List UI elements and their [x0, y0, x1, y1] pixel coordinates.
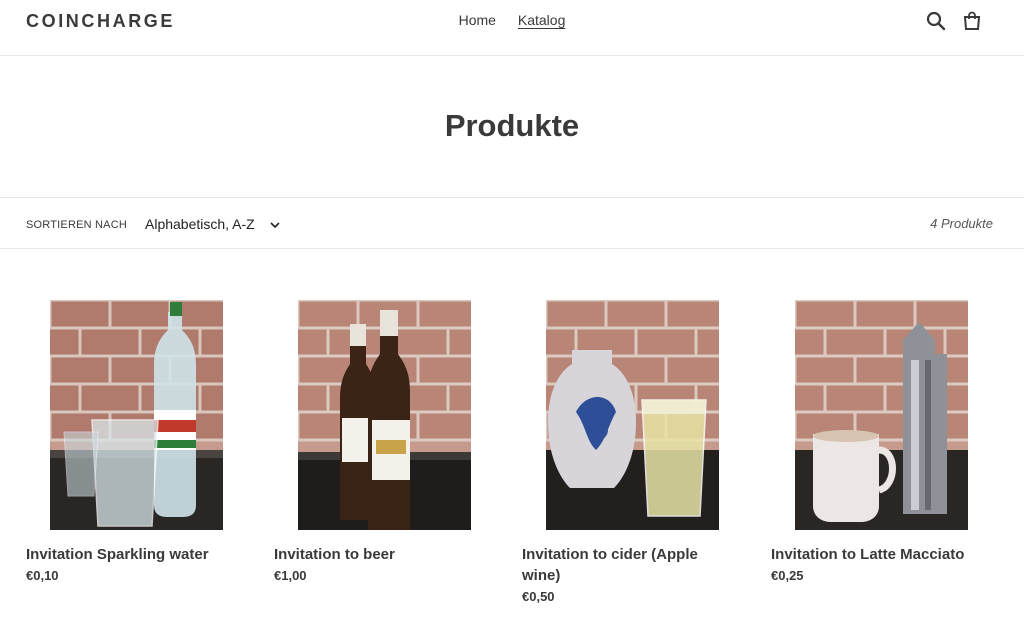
chevron-down-icon — [269, 218, 281, 230]
filter-bar: SORTIEREN NACH Alphabetisch, A-Z 4 Produ… — [0, 197, 1024, 249]
product-card-sparkling-water[interactable]: Invitation Sparkling water €0,10 — [26, 300, 256, 586]
site-header: COINCHARGE Home Katalog — [0, 0, 1024, 56]
header-icons — [926, 11, 982, 31]
sort-label: SORTIEREN NACH — [26, 219, 127, 231]
product-price: €0,25 — [771, 568, 804, 583]
product-name[interactable]: Invitation to Latte Macciato — [771, 544, 981, 565]
product-card-latte-macchiato[interactable]: Invitation to Latte Macciato €0,25 — [771, 300, 1001, 586]
product-name[interactable]: Invitation Sparkling water — [26, 544, 236, 565]
product-count: 4 Produkte — [930, 216, 993, 231]
product-name[interactable]: Invitation to beer — [274, 544, 484, 565]
product-card-cider[interactable]: Invitation to cider (Apple wine) €0,50 — [522, 300, 752, 607]
product-price: €0,50 — [522, 589, 555, 604]
cider-photo[interactable] — [546, 300, 719, 530]
page-title: Produkte — [444, 108, 580, 143]
beer-photo[interactable] — [298, 300, 471, 530]
cart-icon[interactable] — [962, 11, 982, 31]
product-price: €1,00 — [274, 568, 307, 583]
main-nav: Home Katalog — [0, 12, 1024, 28]
sort-select-value: Alphabetisch, A-Z — [145, 216, 255, 232]
product-card-beer[interactable]: Invitation to beer €1,00 — [274, 300, 504, 586]
search-icon[interactable] — [926, 11, 946, 31]
nav-link-katalog[interactable]: Katalog — [518, 12, 565, 28]
nav-link-home[interactable]: Home — [459, 12, 496, 28]
sort-select[interactable]: Alphabetisch, A-Z — [145, 216, 281, 232]
product-name[interactable]: Invitation to cider (Apple wine) — [522, 544, 732, 586]
product-price: €0,10 — [26, 568, 59, 583]
latte-macchiato-photo[interactable] — [795, 300, 968, 530]
sparkling-water-photo[interactable] — [50, 300, 223, 530]
